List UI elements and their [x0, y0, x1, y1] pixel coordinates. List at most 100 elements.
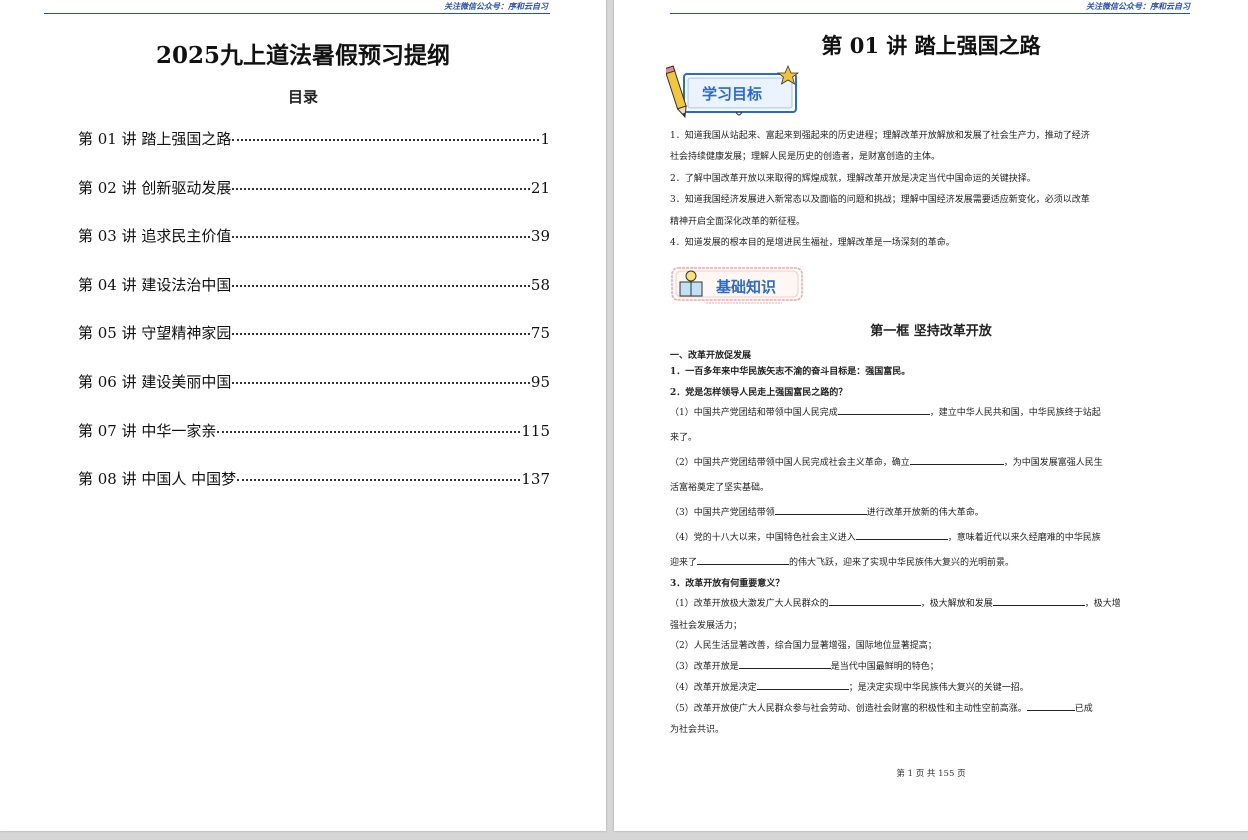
toc-entry[interactable]: 第 08 讲 中国人 中国梦 137: [78, 468, 550, 517]
toc-page-number: 115: [521, 421, 550, 440]
line-text: 的伟大飞跃，迎来了实现中华民族伟大复兴的光明前景。: [789, 558, 1015, 568]
line-continuation: 来了。: [670, 433, 698, 443]
toc-entry-title: 第 06 讲 建设美丽中国: [78, 372, 232, 391]
goal-line: 社会持续健康发展；理解人民是历史的创造者，是财富创造的主体。: [670, 152, 941, 163]
toc-entry-title: 第 05 讲 守望精神家园: [78, 324, 232, 343]
learning-goals-label: 学习目标: [702, 85, 763, 103]
fill-blank-line: （3）中国共产党团结带领 进行改革开放新的伟大革命。: [670, 501, 1184, 526]
document-title: 2025九上道法暑假预习提纲: [155, 42, 450, 69]
goal-line: 精神开启全面深化改革的新征程。: [670, 216, 806, 227]
toc-entry-title: 第 08 讲 中国人 中国梦: [78, 470, 237, 489]
toc-entry[interactable]: 第 01 讲 踏上强国之路 1: [78, 128, 550, 177]
toc-entry-title: 第 02 讲 创新驱动发展: [78, 178, 232, 197]
answer-blank[interactable]: [909, 455, 1004, 465]
toc-leader: [237, 467, 521, 482]
line-text: ，建立中华人民共和国，中华民族终于站起: [929, 408, 1101, 418]
answer-blank[interactable]: [756, 680, 849, 690]
line-text: ，意味着近代以来久经磨难的中华民族: [947, 533, 1101, 543]
fill-blank-line: （4）党的十八大以来，中国特色社会主义进入 ，意味着近代以来久经磨难的中华民族: [670, 526, 1184, 551]
fill-blank-line: （1）中国共产党团结和带领中国人民完成 ，建立中华人民共和国，中华民族终于站起: [670, 401, 1184, 426]
learning-goals-badge: 学习目标: [663, 64, 808, 122]
basic-knowledge-label: 基础知识: [716, 278, 777, 296]
line-continuation: 活富裕奠定了坚实基础。: [670, 483, 770, 493]
answer-blank[interactable]: [738, 659, 831, 669]
table-of-contents: 第 01 讲 踏上强国之路 1 第 02 讲 创新驱动发展 21 第 03 讲 追求…: [78, 128, 550, 517]
toc-entry[interactable]: 第 03 讲 追求民主价值 39: [78, 225, 550, 274]
question-1: 1．一百多年来中华民族矢志不渝的奋斗目标是：强国富民。: [670, 367, 911, 377]
fill-blank-line: （2）中国共产党团结带领中国人民完成社会主义革命，确立 ，为中国发展富强人民生: [670, 451, 1184, 476]
fill-blank-line: （4）改革开放是决定 ；是决定实现中华民族伟大复兴的关键一招。: [670, 678, 1184, 699]
answer-blank[interactable]: [837, 405, 930, 415]
goal-line: 2．了解中国改革开放以来取得的辉煌成就，理解改革开放是决定当代中国命运的关键抉择…: [670, 173, 1036, 184]
toc-entry[interactable]: 第 04 讲 建设法治中国 58: [78, 274, 550, 323]
line-text: （1）中国共产党团结和带领中国人民完成: [670, 408, 838, 418]
lecture-title: 第 01 讲 踏上强国之路: [821, 33, 1041, 58]
toc-entry[interactable]: 第 07 讲 中华一家亲 115: [78, 420, 550, 469]
line-text: （5）改革开放使广大人民群众参与社会劳动、创造社会财富的积极性和主动性空前高涨。: [670, 704, 1027, 714]
learning-goals-list: 1．知道我国从站起来、富起来到强起来的历史进程；理解改革开放解放和发展了社会生产…: [670, 126, 1182, 254]
header-note: 关注微信公众号：序和云自习: [1086, 1, 1190, 11]
toc-leader: [232, 224, 530, 239]
page-lecture-01: 关注微信公众号：序和云自习 第 01 讲 踏上强国之路 学习目标 1．知道我国从…: [614, 0, 1248, 831]
header-rule: [44, 13, 550, 14]
line-text: （2）中国共产党团结带领中国人民完成社会主义革命，确立: [670, 458, 910, 468]
question-3: 3．改革开放有何重要意义？: [670, 579, 785, 589]
toc-page-number: 137: [521, 470, 550, 489]
fill-blank-line: （3）改革开放是 是当代中国最鲜明的特色；: [670, 657, 1184, 678]
toc-leader: [217, 419, 521, 433]
toc-page-number: 39: [530, 227, 550, 246]
goal-line: 4．知道发展的根本目的是增进民生福祉，理解改革是一场深刻的革命。: [670, 238, 955, 249]
line-text: ；是决定实现中华民族伟大复兴的关键一招。: [848, 683, 1029, 693]
answer-blank[interactable]: [828, 596, 921, 606]
line-continuation: 强社会发展活力；: [670, 621, 743, 631]
line-text: （3）中国共产党团结带领: [670, 508, 775, 518]
toc-heading: 目录: [287, 88, 318, 106]
line-continuation: 为社会共识。: [670, 725, 725, 735]
page-toc: 关注微信公众号：序和云自习 2025九上道法暑假预习提纲 目录 第 01 讲 踏…: [0, 0, 606, 831]
toc-page-number: 21: [530, 178, 550, 197]
toc-page-number: 1: [540, 130, 550, 148]
heading-1: 一、改革开放促发展: [670, 351, 752, 361]
line-text: （3）改革开放是: [670, 662, 739, 672]
goal-line: 1．知道我国从站起来、富起来到强起来的历史进程；理解改革开放解放和发展了社会生产…: [670, 131, 1090, 141]
toc-page-number: 75: [530, 324, 550, 343]
toc-entry[interactable]: 第 05 讲 守望精神家园 75: [78, 322, 550, 371]
line-text: ，极大增: [1084, 599, 1121, 609]
toc-leader: [232, 321, 530, 336]
header-note: 关注微信公众号：序和云自习: [444, 1, 548, 11]
toc-leader: [232, 370, 530, 384]
fill-blank-line: （1）改革开放极大激发广大人民群众的 ，极大解放和发展 ，极大增: [670, 592, 1184, 617]
answer-blank[interactable]: [992, 596, 1085, 606]
page-footer: 第 1 页 共 155 页: [896, 769, 966, 779]
answer-blank[interactable]: [774, 505, 867, 515]
toc-entry-title: 第 04 讲 建设法治中国: [78, 275, 232, 294]
toc-page-number: 58: [530, 275, 550, 294]
basic-knowledge-badge: 基础知识: [670, 266, 806, 306]
fill-blank-line: （5）改革开放使广大人民群众参与社会劳动、创造社会财富的积极性和主动性空前高涨。…: [670, 699, 1184, 720]
answer-blank[interactable]: [855, 530, 948, 540]
section-title: 第一框 坚持改革开放: [870, 324, 992, 339]
toc-leader: [232, 127, 540, 141]
line-text: 已成: [1074, 704, 1093, 714]
toc-entry-title: 第 01 讲 踏上强国之路: [78, 130, 232, 148]
line-text: （1）改革开放极大激发广大人民群众的: [670, 599, 829, 609]
question-2: 2．党是怎样领导人民走上强国富民之路的？: [670, 388, 848, 398]
plain-line: （2）人民生活显著改善，综合国力显著增强，国际地位显著提高；: [670, 641, 937, 651]
lesson-body: 一、改革开放促发展 1．一百多年来中华民族矢志不渝的奋斗目标是：强国富民。 2．…: [670, 348, 1184, 741]
toc-page-number: 95: [530, 372, 550, 391]
answer-blank[interactable]: [1026, 701, 1075, 711]
header-rule: [670, 13, 1190, 14]
line-text: ，为中国发展富强人民生: [1003, 458, 1103, 468]
line-text: 进行改革开放新的伟大革命。: [866, 508, 984, 518]
line-text: 迎来了: [670, 558, 698, 568]
toc-entry[interactable]: 第 06 讲 建设美丽中国 95: [78, 371, 550, 420]
toc-leader: [232, 176, 530, 190]
toc-leader: [232, 273, 530, 287]
toc-entry-title: 第 07 讲 中华一家亲: [78, 421, 217, 440]
toc-entry[interactable]: 第 02 讲 创新驱动发展 21: [78, 177, 550, 226]
fill-blank-line: 迎来了 的伟大飞跃，迎来了实现中华民族伟大复兴的光明前景。: [670, 551, 1184, 576]
line-text: （4）改革开放是决定: [670, 683, 757, 693]
toc-entry-title: 第 03 讲 追求民主价值: [78, 227, 232, 246]
answer-blank[interactable]: [697, 555, 790, 565]
goal-line: 3．知道我国经济发展进入新常态以及面临的问题和挑战；理解中国经济发展需要适应新变…: [670, 195, 1090, 206]
